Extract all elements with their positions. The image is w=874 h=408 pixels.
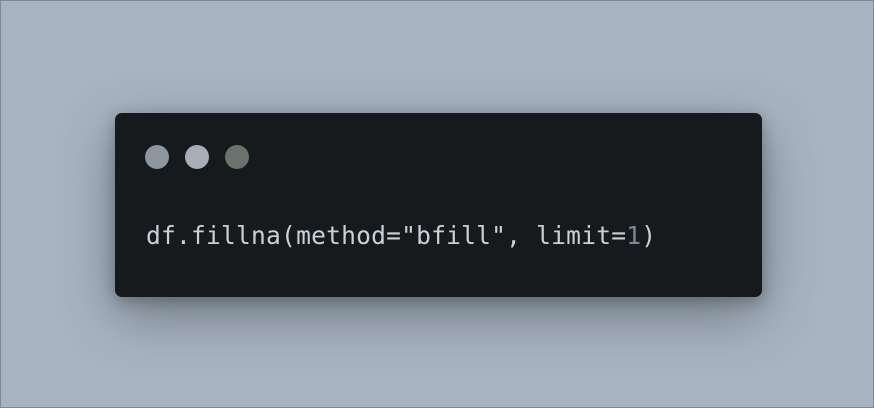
code-line: df.fillna(method="bfill", limit=1) — [146, 221, 656, 251]
page-frame: df.fillna(method="bfill", limit=1) — [0, 0, 874, 408]
code-text: df.fillna(method="bfill", limit= — [146, 221, 627, 250]
window-dot-icon — [225, 145, 249, 169]
window-controls — [145, 145, 249, 169]
code-window: df.fillna(method="bfill", limit=1) — [115, 113, 762, 297]
window-dot-icon — [145, 145, 169, 169]
code-text-closing: ) — [641, 221, 657, 250]
code-number-token: 1 — [626, 221, 642, 250]
window-dot-icon — [185, 145, 209, 169]
